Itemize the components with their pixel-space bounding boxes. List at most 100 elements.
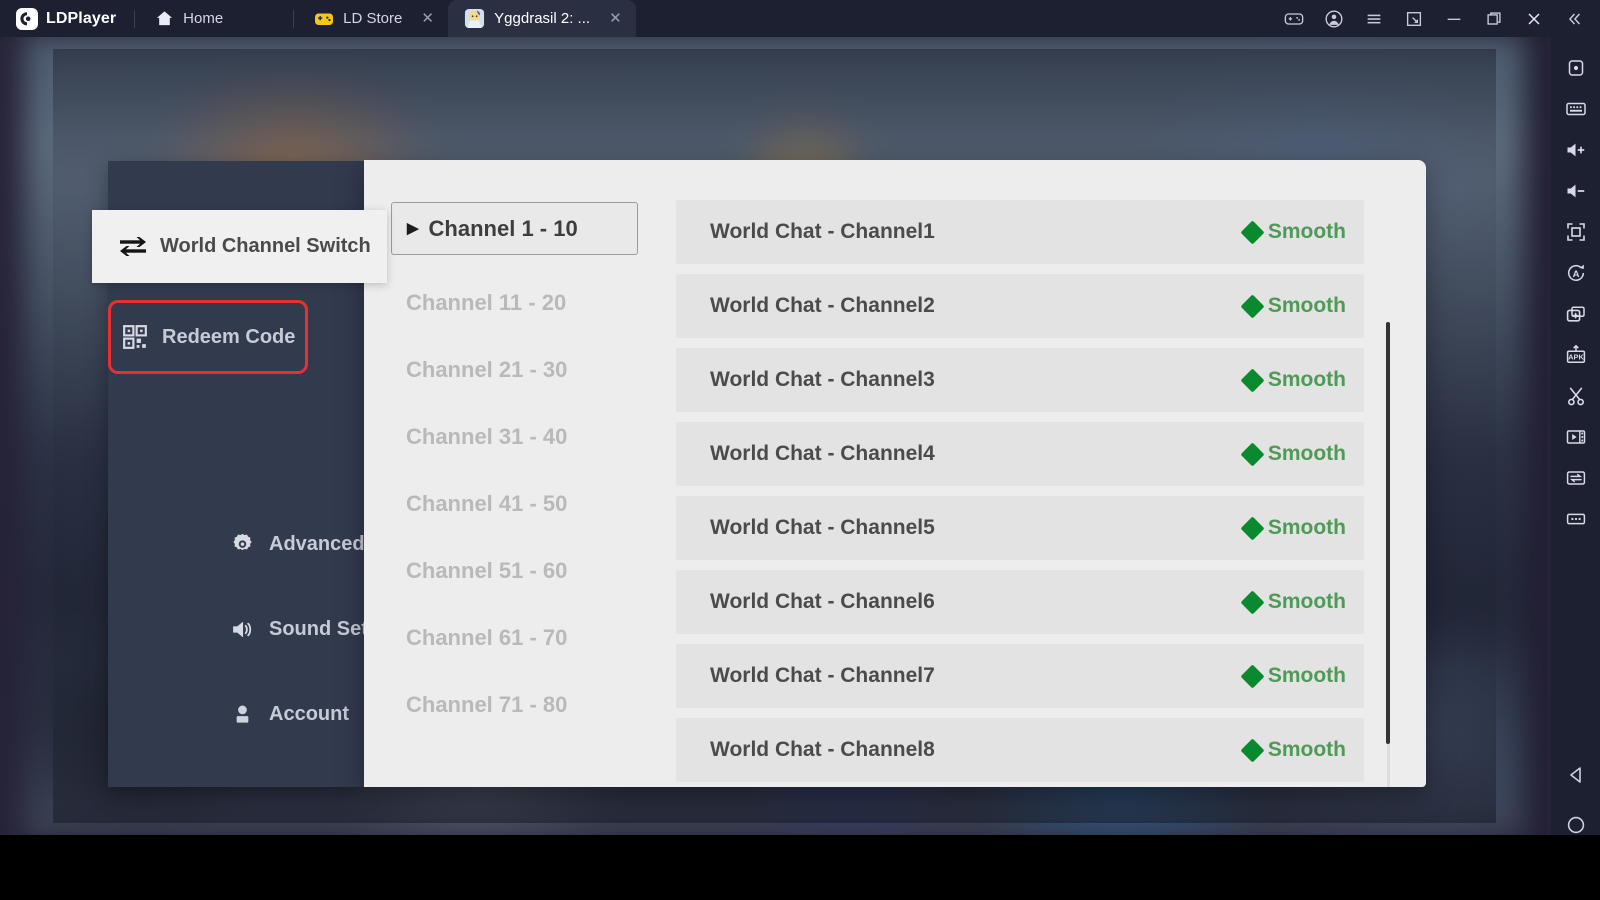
channel-row[interactable]: World Chat - Channel5 Smooth — [676, 496, 1364, 560]
channel-group-41-50[interactable]: Channel 41 - 50 — [391, 470, 652, 537]
multi-instance-sync-icon[interactable] — [1551, 293, 1600, 334]
channel-group-1-10-label: Channel 1 - 10 — [428, 215, 578, 241]
channel-list-scroll-area[interactable]: World Chat - Channel1 Smooth World Chat - … — [652, 160, 1426, 787]
channel-group-51-60[interactable]: Channel 51 - 60 — [391, 537, 652, 604]
svg-text:A: A — [1572, 269, 1579, 280]
tab-ld-store[interactable]: LD Store ✕ — [298, 0, 448, 37]
letterbox-bottom — [0, 835, 1600, 900]
install-apk-icon[interactable]: APK — [1551, 334, 1600, 375]
brand-name: LDPlayer — [46, 9, 117, 27]
status-diamond-icon — [1240, 367, 1265, 393]
emulator-screen: Advanced Settings Sound Settings Account… — [0, 37, 1551, 835]
channel-row-name: World Chat - Channel7 — [710, 664, 935, 687]
ldplayer-logo-icon — [16, 7, 38, 30]
channel-row-status: Smooth — [1240, 589, 1346, 615]
channel-group-list: ▶ Channel 1 - 10 Channel 11 - 20 Channel… — [364, 160, 652, 787]
channel-row-status-label: Smooth — [1267, 664, 1346, 687]
channel-row[interactable]: World Chat - Channel8 Smooth — [676, 718, 1364, 782]
channel-row-name: World Chat - Channel4 — [710, 442, 935, 465]
home-icon — [155, 9, 174, 28]
channel-group-61-70[interactable]: Channel 61 - 70 — [391, 604, 652, 671]
channel-row-status: Smooth — [1240, 219, 1346, 245]
window-controls — [1274, 0, 1600, 37]
auto-rotate-icon[interactable]: A — [1551, 252, 1600, 293]
channel-row-status: Smooth — [1240, 293, 1346, 319]
gear-icon — [230, 532, 255, 557]
channel-row-status-label: Smooth — [1267, 516, 1346, 539]
android-back-icon[interactable] — [1551, 750, 1600, 800]
scrollbar-thumb[interactable] — [1386, 322, 1390, 744]
sidebar-item-account-label: Account — [269, 702, 349, 725]
sidebar-item-world-channel-switch[interactable]: World Channel Switch — [92, 210, 387, 283]
minimize-icon[interactable] — [1434, 0, 1474, 37]
status-diamond-icon — [1240, 737, 1265, 763]
account-icon[interactable] — [1314, 0, 1354, 37]
keyboard-mapping-icon[interactable] — [1551, 88, 1600, 129]
world-channel-switch-dialog: ▶ Channel 1 - 10 Channel 11 - 20 Channel… — [364, 160, 1426, 787]
channel-row-name: World Chat - Channel2 — [710, 294, 935, 317]
brand: LDPlayer — [0, 0, 130, 37]
maximize-icon[interactable] — [1474, 0, 1514, 37]
tab-ld-store-close-icon[interactable]: ✕ — [421, 11, 434, 26]
channel-row-status-label: Smooth — [1267, 368, 1346, 391]
close-icon[interactable] — [1514, 0, 1554, 37]
channel-group-31-40[interactable]: Channel 31 - 40 — [391, 403, 652, 470]
volume-up-icon[interactable] — [1551, 129, 1600, 170]
person-icon — [230, 702, 255, 727]
operation-record-icon[interactable] — [1551, 47, 1600, 88]
menu-icon[interactable] — [1354, 0, 1394, 37]
channel-row-status: Smooth — [1240, 663, 1346, 689]
gamepad-icon[interactable] — [1274, 0, 1314, 37]
channel-row[interactable]: World Chat - Channel2 Smooth — [676, 274, 1364, 338]
channel-group-11-20[interactable]: Channel 11 - 20 — [391, 269, 652, 336]
right-toolbar: A APK — [1551, 37, 1600, 900]
gamepad-yellow-icon — [314, 9, 334, 29]
sidebar-item-redeem-code-label: Redeem Code — [162, 325, 296, 348]
channel-row[interactable]: World Chat - Channel1 Smooth — [676, 200, 1364, 264]
multi-instance-icon[interactable] — [1394, 0, 1434, 37]
channel-group-61-70-label: Channel 61 - 70 — [406, 624, 568, 650]
tab-yggdrasil-close-icon[interactable]: ✕ — [609, 11, 622, 26]
channel-row-status: Smooth — [1240, 515, 1346, 541]
channel-group-21-30[interactable]: Channel 21 - 30 — [391, 336, 652, 403]
fullscreen-icon[interactable] — [1551, 211, 1600, 252]
shake-icon[interactable] — [1551, 457, 1600, 498]
channel-row-status-label: Smooth — [1267, 294, 1346, 317]
scissors-icon[interactable] — [1551, 375, 1600, 416]
sidebar-item-world-channel-switch-label: World Channel Switch — [160, 235, 371, 257]
channel-row[interactable]: World Chat - Channel7 Smooth — [676, 644, 1364, 708]
titlebar-spacer — [636, 0, 1274, 37]
status-diamond-icon — [1240, 589, 1265, 615]
speaker-icon — [230, 617, 255, 642]
more-icon[interactable] — [1551, 498, 1600, 539]
status-diamond-icon — [1240, 441, 1265, 467]
tab-ld-store-label: LD Store — [343, 10, 403, 27]
collapse-icon[interactable] — [1554, 0, 1594, 37]
divider — [134, 9, 136, 28]
game-avatar-icon — [464, 8, 485, 29]
channel-row-status-label: Smooth — [1267, 590, 1346, 613]
tab-home[interactable]: Home — [139, 0, 289, 37]
status-diamond-icon — [1240, 515, 1265, 541]
channel-group-71-80-label: Channel 71 - 80 — [406, 691, 568, 717]
titlebar: LDPlayer Home LD Store ✕ Yggdrasil 2: ..… — [0, 0, 1600, 37]
channel-group-1-10[interactable]: ▶ Channel 1 - 10 — [391, 202, 638, 255]
status-diamond-icon — [1240, 293, 1265, 319]
volume-down-icon[interactable] — [1551, 170, 1600, 211]
channel-row-name: World Chat - Channel5 — [710, 516, 935, 539]
channel-row-status-label: Smooth — [1267, 738, 1346, 761]
tab-yggdrasil[interactable]: Yggdrasil 2: ... ✕ — [448, 0, 636, 37]
channel-row-name: World Chat - Channel3 — [710, 368, 935, 391]
channel-group-71-80[interactable]: Channel 71 - 80 — [391, 671, 652, 738]
tab-home-label: Home — [183, 10, 224, 27]
app-window: LDPlayer Home LD Store ✕ Yggdrasil 2: ..… — [0, 0, 1600, 900]
channel-row-name: World Chat - Channel1 — [710, 220, 935, 243]
video-record-icon[interactable] — [1551, 416, 1600, 457]
channel-row[interactable]: World Chat - Channel4 Smooth — [676, 422, 1364, 486]
sidebar-item-redeem-code[interactable]: Redeem Code — [108, 300, 308, 374]
channel-group-51-60-label: Channel 51 - 60 — [406, 557, 568, 583]
channel-row[interactable]: World Chat - Channel3 Smooth — [676, 348, 1364, 412]
channel-row-status: Smooth — [1240, 737, 1346, 763]
status-diamond-icon — [1240, 219, 1265, 245]
channel-row[interactable]: World Chat - Channel6 Smooth — [676, 570, 1364, 634]
